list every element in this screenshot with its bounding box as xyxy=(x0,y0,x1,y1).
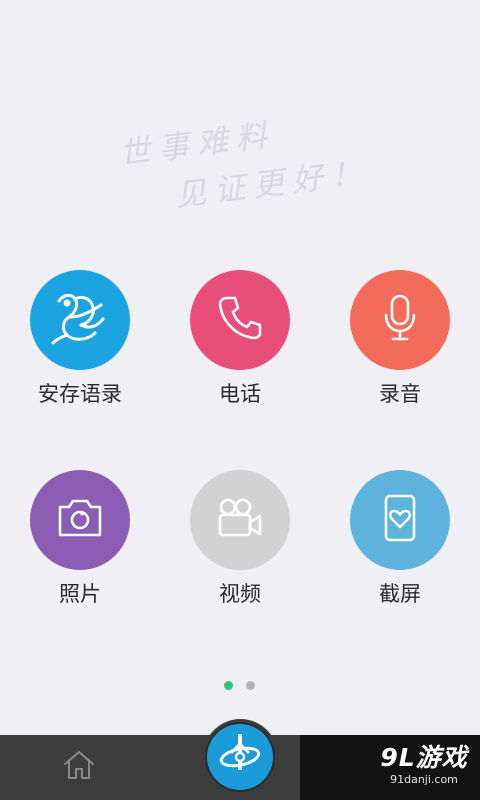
watermark-brand: 9L游戏 xyxy=(380,743,468,772)
grid-item-circle xyxy=(190,470,290,570)
grid-item-circle xyxy=(30,470,130,570)
slogan: 世事难料 见证更好！ xyxy=(0,0,480,230)
page-dot[interactable] xyxy=(246,681,255,690)
page-indicator xyxy=(0,681,480,691)
slogan-line-1: 世事难料 xyxy=(117,117,277,173)
grid-item-photo[interactable]: 照片 xyxy=(0,470,160,620)
grid-item-circle xyxy=(30,270,130,370)
app-logo-icon xyxy=(215,730,265,784)
watermark-url: 91danji.com xyxy=(390,773,458,786)
phone-icon xyxy=(214,292,266,348)
microphone-icon xyxy=(380,293,420,347)
grid-item-label: 录音 xyxy=(379,382,421,406)
slogan-line-2: 见证更好！ xyxy=(173,154,372,215)
grid-item-screenshot[interactable]: 截屏 xyxy=(320,470,480,620)
grid-item-label: 安存语录 xyxy=(38,382,122,406)
grid-item-label: 视频 xyxy=(219,582,261,606)
grid-item-quotes[interactable]: 安存语录 xyxy=(0,270,160,420)
grid-item-circle xyxy=(350,270,450,370)
home-icon xyxy=(62,749,96,785)
phone-heart-icon xyxy=(378,492,422,548)
bird-logo-icon xyxy=(45,283,115,357)
grid-item-circle xyxy=(350,470,450,570)
grid-item-recording[interactable]: 录音 xyxy=(320,270,480,420)
grid-item-label: 照片 xyxy=(59,582,101,606)
center-action-button[interactable] xyxy=(207,724,273,790)
grid-item-label: 电话 xyxy=(219,382,261,406)
grid-item-video[interactable]: 视频 xyxy=(160,470,320,620)
watermark-area: 9L游戏 91danji.com xyxy=(300,735,480,800)
video-camera-icon xyxy=(212,495,268,545)
home-button[interactable] xyxy=(56,745,102,789)
watermark: 9L游戏 91danji.com xyxy=(374,743,474,787)
grid-item-phone[interactable]: 电话 xyxy=(160,270,320,420)
grid-item-label: 截屏 xyxy=(379,582,421,606)
grid-item-circle xyxy=(190,270,290,370)
page-dot-active[interactable] xyxy=(224,681,233,690)
camera-icon xyxy=(54,495,106,545)
